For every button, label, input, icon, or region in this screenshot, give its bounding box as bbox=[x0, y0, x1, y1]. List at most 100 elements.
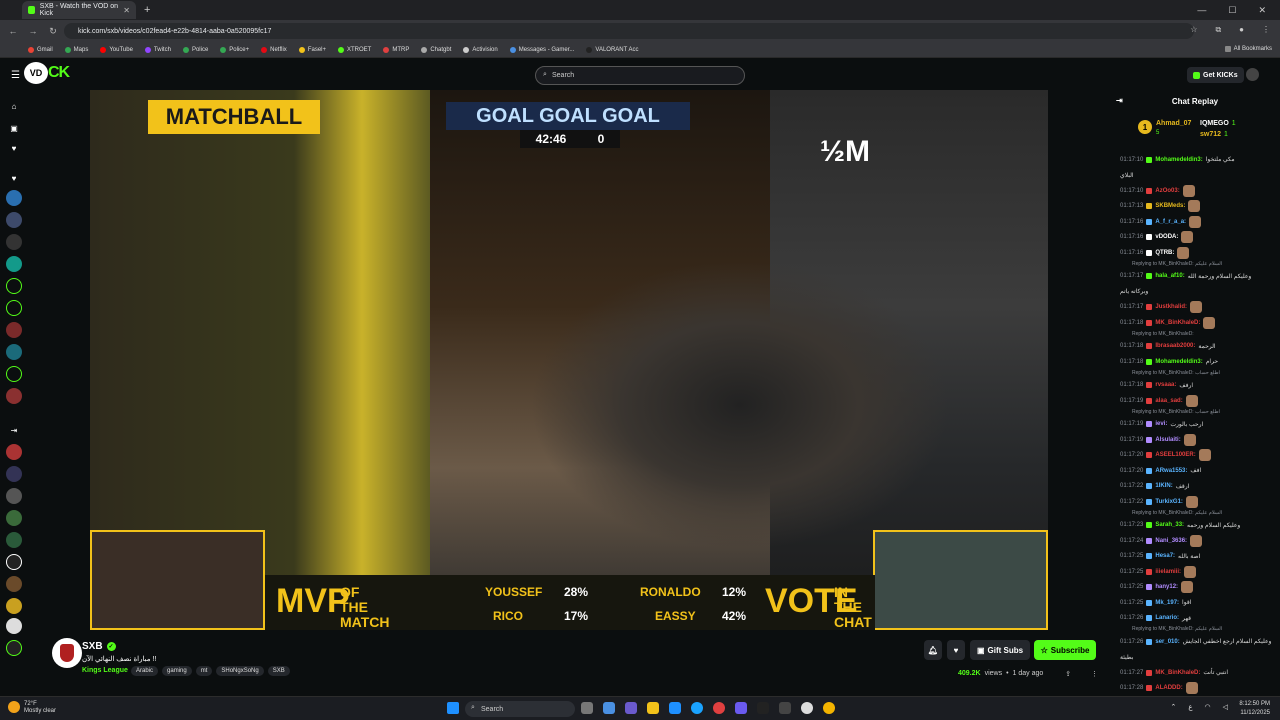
bookmark-item[interactable]: MTRP bbox=[383, 46, 409, 53]
message-username[interactable]: Sarah_33: bbox=[1155, 522, 1184, 528]
message-username[interactable]: A_f_r_a_a: bbox=[1155, 219, 1186, 225]
bookmark-item[interactable]: Police+ bbox=[220, 46, 249, 53]
collapse-chat-icon[interactable]: ⇥ bbox=[1116, 96, 1123, 105]
tag-pill[interactable]: SHoNgxSoNg bbox=[216, 666, 264, 676]
url-field[interactable]: kick.com/sxb/videos/c02fead4-e22b-4814-a… bbox=[64, 23, 1194, 39]
extensions-icon[interactable]: ⧉ bbox=[1215, 25, 1221, 35]
gifter-entry[interactable]: sw712 1 bbox=[1200, 131, 1228, 138]
message-username[interactable]: ievi: bbox=[1155, 421, 1167, 427]
language-icon[interactable]: ع bbox=[1188, 703, 1192, 711]
all-bookmarks[interactable]: All Bookmarks bbox=[1224, 46, 1272, 52]
following-icon[interactable]: ♥ bbox=[6, 140, 22, 156]
sidebar-channel-avatar[interactable] bbox=[6, 278, 22, 294]
message-username[interactable]: TurkixG1: bbox=[1155, 499, 1183, 505]
hamburger-menu-icon[interactable]: ☰ bbox=[11, 70, 20, 81]
sidebar-channel-avatar[interactable] bbox=[6, 388, 22, 404]
sidebar-channel-avatar[interactable] bbox=[6, 598, 22, 614]
share-icon[interactable]: ⇪ bbox=[1065, 670, 1071, 678]
gifter-entry[interactable]: Ahmad_07 bbox=[1156, 120, 1191, 127]
message-username[interactable]: hany12: bbox=[1155, 584, 1178, 590]
bookmark-star-icon[interactable]: ☆ bbox=[1190, 25, 1197, 35]
message-username[interactable]: alaa_sad: bbox=[1155, 398, 1182, 404]
app-icon[interactable] bbox=[801, 702, 813, 714]
chrome-icon[interactable] bbox=[823, 702, 835, 714]
task-view-icon[interactable] bbox=[581, 702, 593, 714]
sidebar-channel-avatar[interactable] bbox=[6, 532, 22, 548]
favorites-icon[interactable]: ♥ bbox=[6, 170, 22, 186]
sidebar-channel-avatar[interactable] bbox=[6, 576, 22, 592]
tag-pill[interactable]: gaming bbox=[162, 666, 192, 676]
back-icon[interactable]: ← bbox=[8, 26, 18, 36]
minimize-icon[interactable]: — bbox=[1197, 5, 1206, 16]
kick-logo[interactable]: VD CK bbox=[24, 62, 80, 84]
profile-icon[interactable]: ● bbox=[1239, 25, 1244, 35]
message-username[interactable]: MK_BinKhaleD: bbox=[1155, 320, 1200, 326]
message-username[interactable]: hala_af10: bbox=[1155, 273, 1184, 279]
sidebar-channel-avatar[interactable] bbox=[6, 322, 22, 338]
message-username[interactable]: rvsaaa: bbox=[1155, 382, 1176, 388]
tray-chevron-icon[interactable]: ⌃ bbox=[1170, 703, 1176, 711]
bookmark-item[interactable]: Twitch bbox=[144, 46, 171, 53]
video-player[interactable]: MATCHBALL GOAL GOAL GOAL 42:46 0 ½M MVP … bbox=[90, 90, 1048, 630]
close-window-icon[interactable]: ✕ bbox=[1258, 5, 1266, 16]
category-link[interactable]: Kings League bbox=[82, 667, 128, 674]
message-username[interactable]: ASEEL100ER: bbox=[1155, 452, 1195, 458]
message-username[interactable]: QTRB: bbox=[1155, 250, 1174, 256]
message-username[interactable]: Mohamedeldin3: bbox=[1155, 359, 1202, 365]
app-icon[interactable] bbox=[757, 702, 769, 714]
tag-pill[interactable]: SXB bbox=[267, 666, 290, 676]
forward-icon[interactable]: → bbox=[28, 26, 38, 36]
store-icon[interactable] bbox=[669, 702, 681, 714]
user-avatar[interactable] bbox=[1246, 68, 1259, 81]
sidebar-channel-avatar[interactable] bbox=[6, 488, 22, 504]
sidebar-channel-avatar[interactable] bbox=[6, 344, 22, 360]
follow-heart-icon[interactable]: ♥ bbox=[947, 640, 965, 660]
message-username[interactable]: Nani_3636: bbox=[1155, 538, 1187, 544]
message-username[interactable]: Ibrasaab2000: bbox=[1155, 343, 1195, 349]
sidebar-channel-avatar[interactable] bbox=[6, 212, 22, 228]
edge-icon[interactable] bbox=[691, 702, 703, 714]
sidebar-channel-avatar[interactable] bbox=[6, 300, 22, 316]
home-icon[interactable]: ⌂ bbox=[6, 98, 22, 114]
volume-icon[interactable]: ◁ bbox=[1223, 703, 1228, 711]
message-username[interactable]: SKBMeds: bbox=[1155, 203, 1185, 209]
bookmark-item[interactable]: Police bbox=[182, 46, 208, 53]
sidebar-channel-avatar[interactable] bbox=[6, 366, 22, 382]
message-username[interactable]: 1IKIN: bbox=[1155, 483, 1172, 489]
sidebar-channel-avatar[interactable] bbox=[6, 618, 22, 634]
sidebar-channel-avatar[interactable] bbox=[6, 554, 22, 570]
bookmark-item[interactable]: XTROET bbox=[338, 46, 371, 53]
close-tab-icon[interactable]: ✕ bbox=[123, 6, 130, 15]
app-icon[interactable] bbox=[713, 702, 725, 714]
sidebar-channel-avatar[interactable] bbox=[6, 510, 22, 526]
sidebar-channel-avatar[interactable] bbox=[6, 234, 22, 250]
maximize-icon[interactable]: ☐ bbox=[1228, 5, 1236, 16]
gift-subs-button[interactable]: ▣ Gift Subs bbox=[970, 640, 1030, 660]
browser-menu-icon[interactable]: ⋮ bbox=[1262, 25, 1270, 35]
message-username[interactable]: Mk_197: bbox=[1155, 600, 1179, 606]
tag-pill[interactable]: mt bbox=[195, 666, 213, 676]
subscribe-button[interactable]: ☆ Subscribe bbox=[1034, 640, 1096, 660]
bookmark-item[interactable]: Netflix bbox=[261, 46, 287, 53]
bookmark-item[interactable]: Activision bbox=[463, 46, 498, 53]
message-username[interactable]: ALADDD: bbox=[1155, 685, 1182, 691]
bookmark-item[interactable]: Chatgbt bbox=[421, 46, 451, 53]
get-kicks-button[interactable]: Get KICKs bbox=[1187, 67, 1244, 83]
message-username[interactable]: AzOo03: bbox=[1155, 188, 1179, 194]
sidebar-channel-avatar[interactable] bbox=[6, 444, 22, 460]
channel-avatar[interactable] bbox=[52, 638, 82, 668]
bookmark-item[interactable]: Fasel+ bbox=[298, 46, 326, 53]
weather-widget[interactable]: 72°F Mostly clear bbox=[8, 701, 56, 715]
more-options-icon[interactable]: ⋮ bbox=[1091, 670, 1098, 678]
message-username[interactable]: ser_010: bbox=[1155, 639, 1179, 645]
channel-name[interactable]: SXB bbox=[82, 641, 103, 652]
notification-bell-icon[interactable]: 🔔︎ bbox=[924, 640, 942, 660]
sidebar-channel-avatar[interactable] bbox=[6, 256, 22, 272]
sidebar-channel-avatar[interactable] bbox=[6, 466, 22, 482]
taskbar-clock[interactable]: 8:12:50 PM 11/12/2025 bbox=[1239, 700, 1270, 718]
browser-tab[interactable]: SXB - Watch the VOD on Kick ✕ bbox=[22, 1, 136, 19]
message-username[interactable]: Mohamedeldin3: bbox=[1155, 157, 1202, 163]
widgets-icon[interactable] bbox=[603, 702, 615, 714]
file-explorer-icon[interactable] bbox=[647, 702, 659, 714]
chat-message-list[interactable]: 01:17:10 Mohamedeldin3: مكي ملتخوا البلاي 01… bbox=[1120, 152, 1280, 712]
